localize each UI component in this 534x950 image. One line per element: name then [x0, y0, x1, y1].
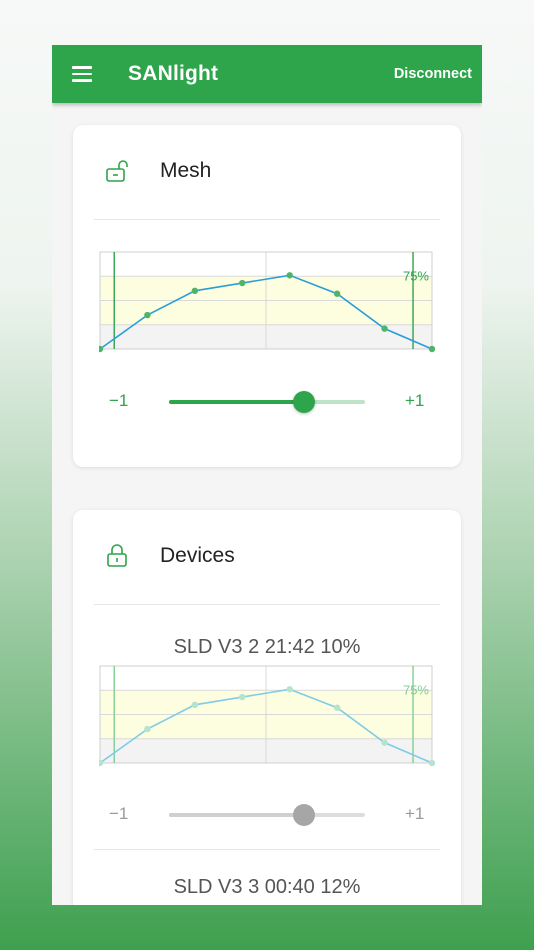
slider-thumb[interactable]	[293, 391, 316, 413]
devices-title: Devices	[160, 544, 235, 567]
app-title: SANlight	[128, 62, 219, 85]
device-name[interactable]: SLD V3 2 21:42 10%	[73, 636, 461, 659]
chart-point	[144, 311, 151, 319]
chart-point	[333, 704, 341, 711]
chart-point	[381, 739, 388, 746]
app-bar: SANlight Disconnect	[52, 45, 482, 103]
slider-max-label: +1	[405, 804, 425, 823]
slider-max-label: +1	[405, 391, 425, 410]
devices-header[interactable]: Devices	[73, 510, 461, 604]
chart-point	[144, 725, 151, 733]
slider-thumb[interactable]	[293, 804, 316, 826]
chart-point	[333, 290, 341, 297]
unlocked-padlock-icon	[106, 160, 128, 182]
slider-fill	[169, 813, 305, 817]
device-name[interactable]: SLD V3 3 00:40 12%	[73, 876, 461, 899]
slider-track[interactable]	[169, 813, 365, 817]
menu-icon[interactable]	[72, 66, 92, 82]
mesh-chart[interactable]: 75%	[99, 251, 435, 355]
device-chart[interactable]: 75%	[99, 665, 435, 769]
chart-point	[239, 279, 246, 287]
slider-fill	[169, 400, 305, 404]
chart-percent-label: 75%	[403, 682, 429, 697]
chart-percent-label: 75%	[403, 268, 429, 283]
disconnect-button[interactable]: Disconnect	[394, 66, 472, 82]
chart-point	[428, 345, 435, 353]
chart-point	[286, 686, 293, 693]
chart-point	[381, 325, 388, 332]
mesh-card: Mesh 75% −1 +1	[73, 125, 461, 467]
slider-min-label: −1	[109, 804, 129, 823]
device-divider	[94, 849, 440, 850]
app-screen: SANlight Disconnect Mesh 75% −1 +1 Devic…	[52, 45, 482, 905]
devices-divider	[94, 604, 440, 605]
slider-min-label: −1	[109, 391, 129, 410]
locked-padlock-icon	[107, 544, 127, 567]
mesh-brightness-slider[interactable]: −1 +1	[73, 382, 461, 422]
mesh-divider	[94, 219, 440, 220]
chart-point	[239, 693, 246, 701]
chart-point	[428, 759, 435, 767]
chart-point	[286, 272, 293, 279]
chart-point	[191, 287, 199, 294]
device-brightness-slider[interactable]: −1 +1	[73, 795, 461, 835]
mesh-title: Mesh	[160, 159, 212, 182]
slider-track[interactable]	[169, 400, 365, 404]
devices-card: Devices SLD V3 2 21:42 10% 75% −1 +1 SLD…	[73, 510, 461, 905]
mesh-header[interactable]: Mesh	[73, 125, 461, 219]
chart-point	[191, 701, 199, 708]
